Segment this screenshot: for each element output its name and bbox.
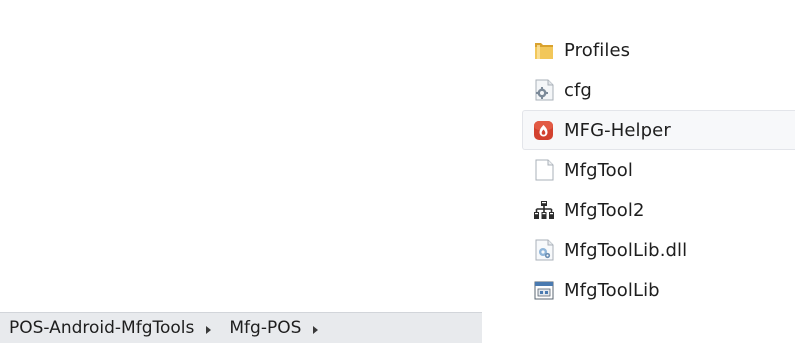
library-file-icon <box>533 278 555 302</box>
chevron-right-icon[interactable] <box>313 326 319 334</box>
file-item-mfg-helper[interactable]: MFG-Helper <box>522 110 795 150</box>
file-name: MfgTool2 <box>564 199 645 221</box>
file-name: cfg <box>564 79 592 101</box>
file-name: MfgTool <box>564 159 633 181</box>
file-name: Profiles <box>564 39 631 61</box>
file-item-mfgtoollib-dll[interactable]: MfgToolLib.dll <box>522 230 795 270</box>
file-list: Profiles cfg MFG-Helper MfgTool MfgTool2… <box>522 30 795 310</box>
file-name: MfgToolLib.dll <box>564 239 688 261</box>
file-item-mfgtool2[interactable]: MfgTool2 <box>522 190 795 230</box>
file-item-profiles[interactable]: Profiles <box>522 30 795 70</box>
breadcrumb-item-pos-android-mfgtools[interactable]: POS-Android-MfgTools <box>9 318 194 338</box>
file-name: MFG-Helper <box>564 119 671 141</box>
network-app-icon <box>533 198 555 222</box>
config-file-icon <box>533 78 555 102</box>
folder-icon <box>533 38 555 62</box>
file-item-mfgtool[interactable]: MfgTool <box>522 150 795 190</box>
file-item-cfg[interactable]: cfg <box>522 70 795 110</box>
file-item-mfgtoollib[interactable]: MfgToolLib <box>522 270 795 310</box>
dll-file-icon <box>533 238 555 262</box>
mfg-helper-app-icon <box>533 118 555 142</box>
text-file-icon <box>533 158 555 182</box>
file-name: MfgToolLib <box>564 279 660 301</box>
breadcrumb: POS-Android-MfgTools Mfg-POS <box>0 312 482 343</box>
chevron-right-icon[interactable] <box>206 326 212 334</box>
breadcrumb-item-mfg-pos[interactable]: Mfg-POS <box>229 318 301 338</box>
